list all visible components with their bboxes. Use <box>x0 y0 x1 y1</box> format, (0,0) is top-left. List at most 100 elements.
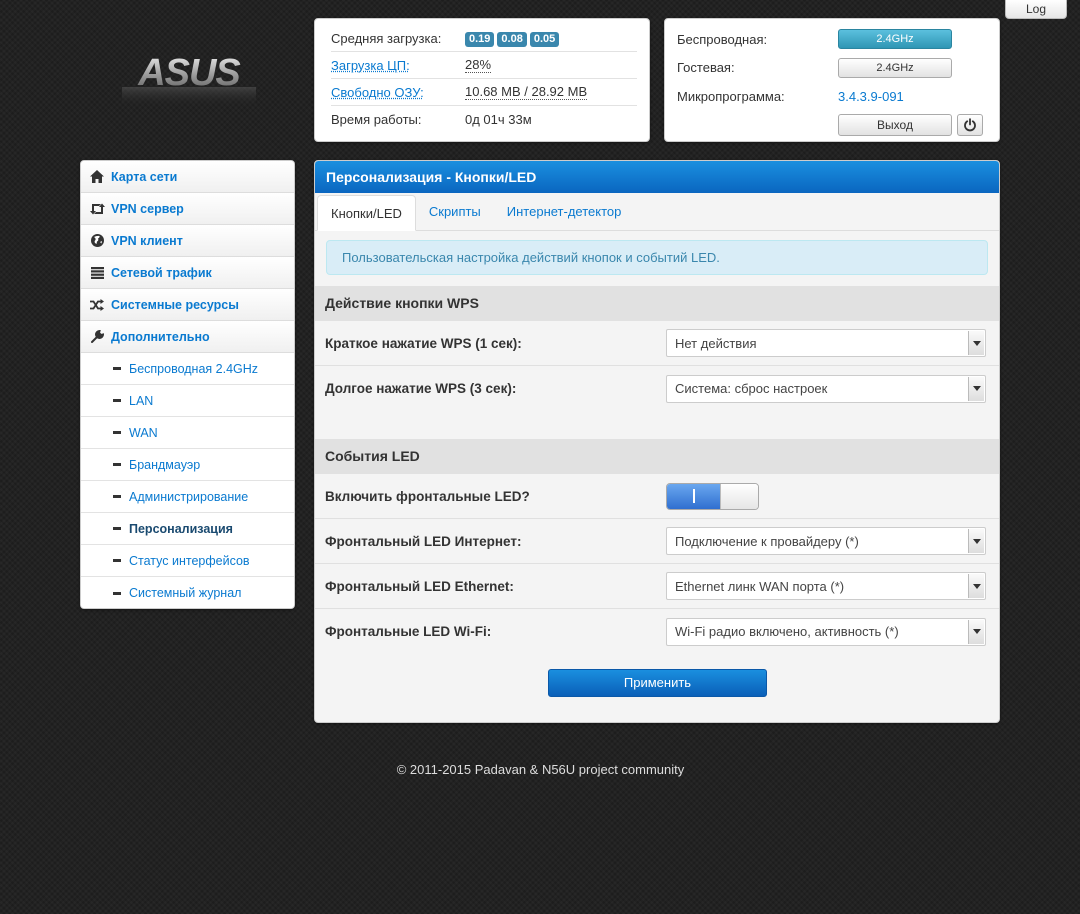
guest-label: Гостевая: <box>677 60 735 76</box>
sidebar-sub-wireless[interactable]: Беспроводная 2.4GHz <box>81 353 294 385</box>
info-alert: Пользовательская настройка действий кноп… <box>326 240 988 275</box>
sidebar-sub-administration[interactable]: Администрирование <box>81 481 294 513</box>
select-value: Нет действия <box>675 335 757 351</box>
sidebar-sub-label: Брандмауэр <box>129 457 201 472</box>
dash-icon <box>113 367 121 370</box>
sidebar-item-network-map[interactable]: Карта сети <box>81 161 294 193</box>
select-value: Ethernet линк WAN порта (*) <box>675 578 845 594</box>
wireless-label: Беспроводная: <box>677 31 768 47</box>
wps-section-header: Действие кнопки WPS <box>315 286 999 321</box>
led-wifi-row: Фронтальные LED Wi-Fi: Wi-Fi радио включ… <box>315 609 999 654</box>
ram-row: Свободно ОЗУ: 10.68 MB / 28.92 MB <box>331 79 637 106</box>
led-ethernet-select[interactable]: Ethernet линк WAN порта (*) <box>666 572 986 600</box>
chevron-down-icon <box>968 376 984 401</box>
wireless-2g-button[interactable]: 2.4GHz <box>838 29 952 50</box>
sidebar-sub-lan[interactable]: LAN <box>81 385 294 417</box>
led-wifi-label: Фронтальные LED Wi-Fi: <box>325 624 492 639</box>
chevron-down-icon <box>968 619 984 644</box>
sidebar-item-advanced[interactable]: Дополнительно <box>81 321 294 353</box>
sidebar-sub-label: Беспроводная 2.4GHz <box>129 361 259 376</box>
firmware-row: Микропрограмма: 3.4.3.9-091 <box>677 82 989 111</box>
retweet-icon <box>81 203 111 215</box>
sidebar-item-label: VPN клиент <box>111 233 183 248</box>
sidebar-item-vpn-client[interactable]: VPN клиент <box>81 225 294 257</box>
wps-long-label: Долгое нажатие WPS (3 сек): <box>325 381 517 396</box>
copyright-text: © 2011-2015 Padavan & N56U project commu… <box>396 762 685 777</box>
tab-buttons-led[interactable]: Кнопки/LED <box>317 195 416 231</box>
led-enable-row: Включить фронтальные LED? <box>315 474 999 519</box>
load-values: 0.19 0.08 0.05 <box>465 30 562 47</box>
wps-short-label: Краткое нажатие WPS (1 сек): <box>325 335 522 351</box>
main-panel: Персонализация - Кнопки/LED Кнопки/LED С… <box>314 160 1000 723</box>
ram-link[interactable]: Свободно ОЗУ: <box>331 85 465 100</box>
log-button[interactable]: Log <box>1005 0 1067 19</box>
sidebar-item-label: Сетевой трафик <box>111 265 212 280</box>
led-enable-label: Включить фронтальные LED? <box>325 488 530 504</box>
sidebar-item-vpn-server[interactable]: VPN сервер <box>81 193 294 225</box>
tab-bar: Кнопки/LED Скрипты Интернет-детектор <box>315 193 999 231</box>
power-button[interactable] <box>957 113 983 136</box>
cpu-row: Загрузка ЦП: 28% <box>331 52 637 79</box>
led-enable-toggle[interactable] <box>666 482 759 510</box>
home-icon <box>81 170 111 183</box>
wps-short-select[interactable]: Нет действия <box>666 329 986 357</box>
dash-icon <box>113 399 121 402</box>
wps-long-select[interactable]: Система: сброс настроек <box>666 374 986 403</box>
dash-icon <box>113 559 121 562</box>
sidebar: Карта сети VPN сервер VPN клиент Сетевой… <box>80 160 295 609</box>
load-label: Средняя загрузка: <box>331 30 442 46</box>
wps-long-row: Долгое нажатие WPS (3 сек): Система: сбр… <box>315 366 999 411</box>
list-icon <box>81 266 111 279</box>
sidebar-sub-customization[interactable]: Персонализация <box>81 513 294 545</box>
load-row: Средняя загрузка: 0.19 0.08 0.05 <box>331 25 637 52</box>
sidebar-item-traffic[interactable]: Сетевой трафик <box>81 257 294 289</box>
status-panel: Средняя загрузка: 0.19 0.08 0.05 Загрузка … <box>314 18 650 142</box>
led-ethernet-row: Фронтальный LED Ethernet: Ethernet линк … <box>315 564 999 609</box>
select-value: Wi-Fi радио включено, активность (*) <box>675 624 899 639</box>
firmware-link[interactable]: 3.4.3.9-091 <box>838 89 904 104</box>
sidebar-sub-wan[interactable]: WAN <box>81 417 294 449</box>
sidebar-item-system-resources[interactable]: Системные ресурсы <box>81 289 294 321</box>
firmware-label: Микропрограмма: <box>677 88 785 104</box>
uptime-label: Время работы: <box>331 112 422 127</box>
page-title: Персонализация - Кнопки/LED <box>315 161 999 193</box>
led-internet-row: Фронтальный LED Интернет: Подключение к … <box>315 519 999 564</box>
wrench-icon <box>81 330 111 343</box>
led-section-header: События LED <box>315 439 999 474</box>
tab-internet-detector[interactable]: Интернет-детектор <box>494 194 635 230</box>
dash-icon <box>113 527 121 530</box>
led-internet-label: Фронтальный LED Интернет: <box>325 533 522 549</box>
sidebar-sub-label: Статус интерфейсов <box>129 553 250 568</box>
sidebar-item-label: Карта сети <box>111 169 178 184</box>
select-value: Система: сброс настроек <box>675 381 828 396</box>
sidebar-sub-label: Системный журнал <box>129 586 242 600</box>
sidebar-item-label: Системные ресурсы <box>111 297 239 312</box>
sidebar-sub-label: LAN <box>129 393 154 408</box>
led-ethernet-label: Фронтальный LED Ethernet: <box>325 578 514 594</box>
sidebar-sub-interface-status[interactable]: Статус интерфейсов <box>81 545 294 577</box>
sidebar-sub-label: WAN <box>129 425 158 440</box>
footer: © 2011-2015 Padavan & N56U project commu… <box>0 762 1080 777</box>
load-badge-15: 0.05 <box>529 31 560 47</box>
exit-button[interactable]: Выход <box>838 113 952 136</box>
dash-icon <box>113 495 121 498</box>
globe-icon <box>81 234 111 247</box>
dash-icon <box>113 463 121 466</box>
sidebar-sub-system-log[interactable]: Системный журнал <box>81 577 294 608</box>
led-wifi-select[interactable]: Wi-Fi радио включено, активность (*) <box>666 617 986 646</box>
cpu-link[interactable]: Загрузка ЦП: <box>331 58 465 73</box>
dash-icon <box>113 431 121 434</box>
sidebar-sub-label: Администрирование <box>129 489 249 504</box>
sidebar-sub-label: Персонализация <box>129 521 233 536</box>
tab-scripts[interactable]: Скрипты <box>416 194 494 230</box>
guest-2g-button[interactable]: 2.4GHz <box>838 57 952 78</box>
uptime-row: Время работы: 0д 01ч 33м <box>331 106 637 133</box>
chevron-down-icon <box>968 574 984 598</box>
apply-button[interactable]: Применить <box>548 669 767 697</box>
chevron-down-icon <box>968 331 984 355</box>
sidebar-item-label: VPN сервер <box>111 201 184 216</box>
cpu-value: 28% <box>465 57 492 73</box>
load-badge-1: 0.19 <box>465 31 495 47</box>
sidebar-sub-firewall[interactable]: Брандмауэр <box>81 449 294 481</box>
led-internet-select[interactable]: Подключение к провайдеру (*) <box>666 527 986 555</box>
